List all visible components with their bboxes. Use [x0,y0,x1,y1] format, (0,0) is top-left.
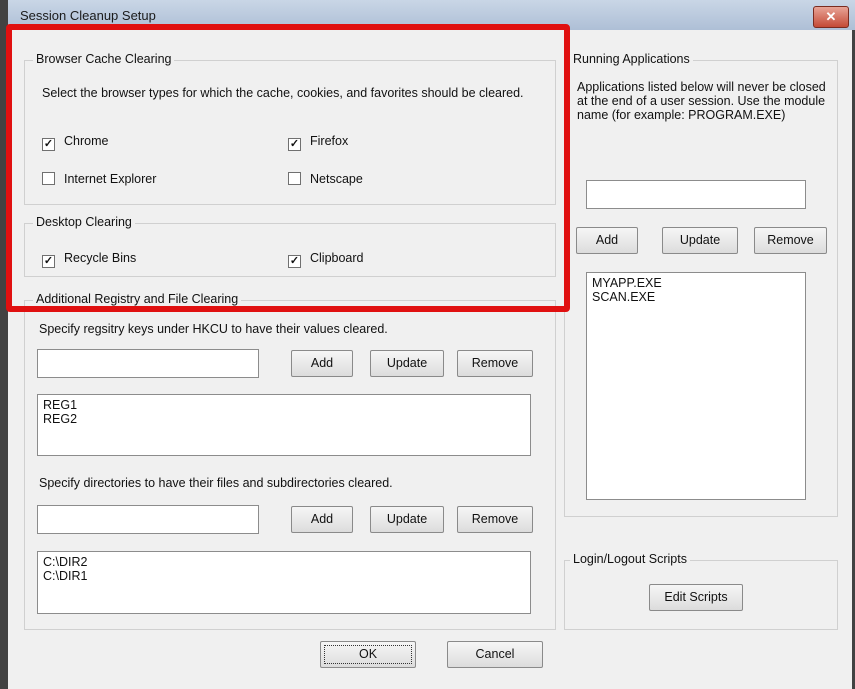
window-title: Session Cleanup Setup [20,8,156,23]
directory-input[interactable] [37,505,259,534]
running-apps-legend: Running Applications [570,52,693,66]
registry-keys-list[interactable]: REG1 REG2 [37,394,531,456]
list-item[interactable]: C:\DIR2 [43,555,525,569]
running-apps-description: Applications listed below will never be … [577,80,826,122]
registry-add-button[interactable]: Add [291,350,353,377]
running-apps-add-button[interactable]: Add [576,227,638,254]
edit-scripts-button[interactable]: Edit Scripts [649,584,743,611]
directory-update-button[interactable]: Update [370,506,444,533]
running-apps-remove-button[interactable]: Remove [754,227,827,254]
list-item[interactable]: SCAN.EXE [592,290,800,304]
running-apps-update-button[interactable]: Update [662,227,738,254]
list-item[interactable]: REG1 [43,398,525,412]
scripts-legend: Login/Logout Scripts [570,552,690,566]
registry-remove-button[interactable]: Remove [457,350,533,377]
directories-description: Specify directories to have their files … [39,476,393,490]
registry-key-input[interactable] [37,349,259,378]
registry-description: Specify regsitry keys under HKCU to have… [39,322,388,336]
directory-remove-button[interactable]: Remove [457,506,533,533]
focus-rect [324,645,412,664]
directories-list[interactable]: C:\DIR2 C:\DIR1 [37,551,531,614]
list-item[interactable]: C:\DIR1 [43,569,525,583]
cancel-button[interactable]: Cancel [447,641,543,668]
registry-update-button[interactable]: Update [370,350,444,377]
running-app-input[interactable] [586,180,806,209]
running-apps-list[interactable]: MYAPP.EXE SCAN.EXE [586,272,806,500]
dialog-window: Session Cleanup Setup ✕ Browser Cache Cl… [0,0,855,689]
ok-button[interactable]: OK [320,641,416,668]
list-item[interactable]: MYAPP.EXE [592,276,800,290]
highlight-annotation [6,24,570,312]
close-button[interactable]: ✕ [813,6,849,28]
list-item[interactable]: REG2 [43,412,525,426]
directory-add-button[interactable]: Add [291,506,353,533]
